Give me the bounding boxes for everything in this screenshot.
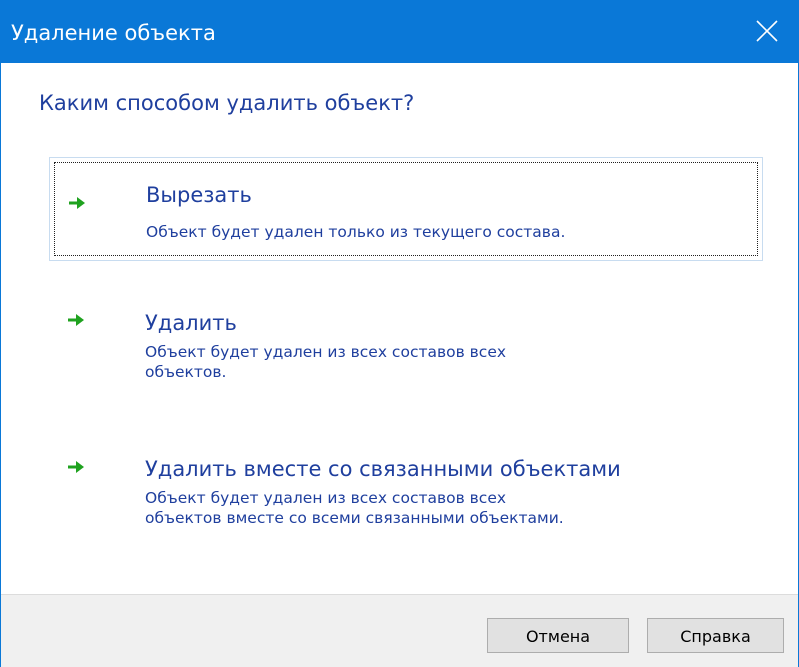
question-heading: Каким способом удалить объект? xyxy=(39,91,415,115)
option-cut[interactable]: Вырезать Объект будет удален только из т… xyxy=(49,157,763,261)
option-description-line: объектов вместе со всеми связанными объе… xyxy=(145,509,564,527)
option-description: Объект будет удален только из текущего с… xyxy=(146,222,746,242)
option-title: Вырезать xyxy=(146,183,252,207)
title-bar[interactable]: Удаление объекта xyxy=(1,1,798,63)
option-description-line: Объект будет удален из всех составов все… xyxy=(145,489,507,507)
option-title: Удалить xyxy=(145,311,237,335)
button-bar: Отмена Справка xyxy=(1,594,798,667)
green-arrow-right-icon xyxy=(68,461,84,473)
close-button[interactable] xyxy=(736,1,798,63)
delete-object-dialog: Удаление объекта Каким способом удалить … xyxy=(0,0,799,667)
help-button[interactable]: Справка xyxy=(647,618,784,653)
green-arrow-right-icon xyxy=(69,197,85,209)
cancel-button[interactable]: Отмена xyxy=(487,618,629,653)
window-title: Удаление объекта xyxy=(11,21,216,45)
option-description: Объект будет удален из всех составов все… xyxy=(145,488,745,528)
option-delete-with-linked[interactable]: Удалить вместе со связанными объектами О… xyxy=(49,431,763,559)
option-description-line: Объект будет удален из всех составов все… xyxy=(145,343,507,361)
option-description: Объект будет удален из всех составов все… xyxy=(145,342,745,382)
option-description-line: Объект будет удален только из текущего с… xyxy=(146,223,566,241)
close-icon xyxy=(756,20,778,42)
green-arrow-right-icon xyxy=(68,314,84,326)
option-title: Удалить вместе со связанными объектами xyxy=(145,457,621,481)
option-delete[interactable]: Удалить Объект будет удален из всех сост… xyxy=(49,289,763,409)
option-description-line: объектов. xyxy=(145,363,227,381)
